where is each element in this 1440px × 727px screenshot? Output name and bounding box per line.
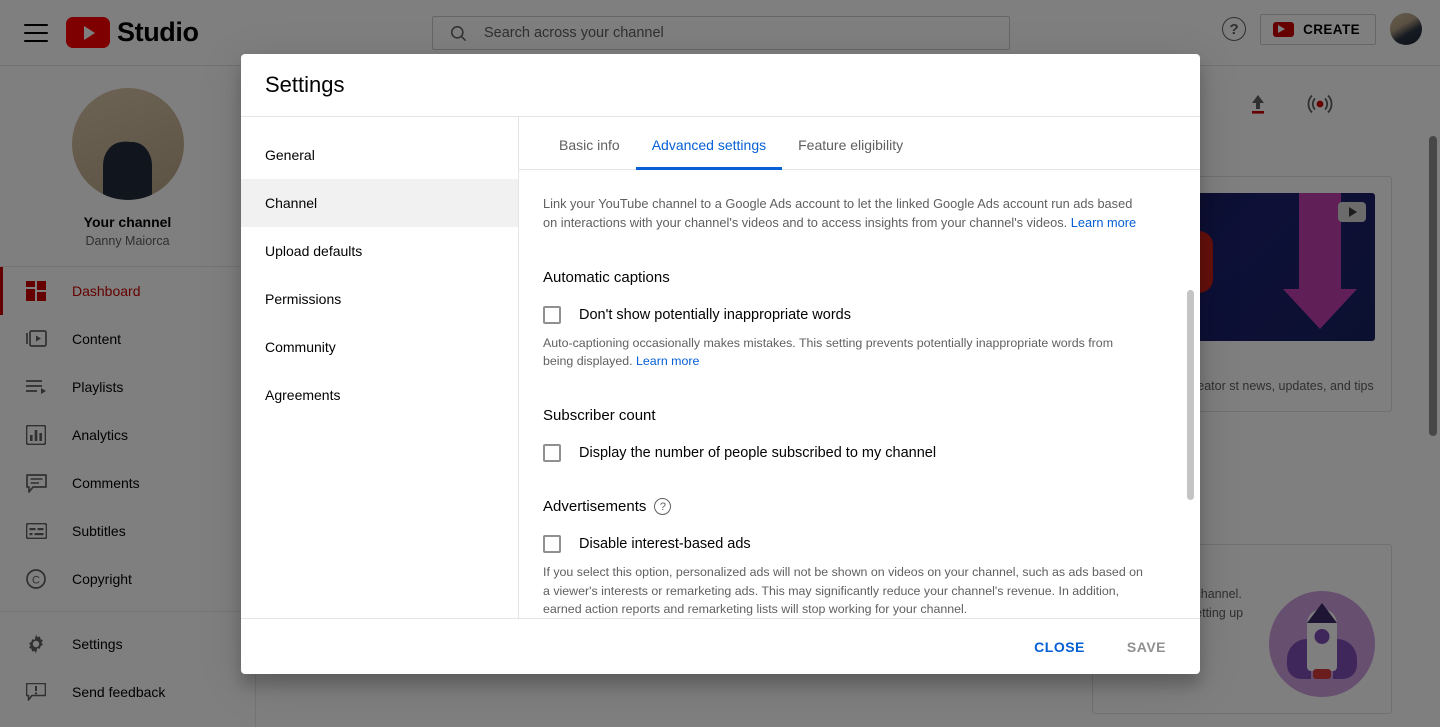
tab-label: Basic info: [559, 137, 620, 153]
tab-label: Advanced settings: [652, 137, 766, 153]
save-button[interactable]: SAVE: [1113, 630, 1180, 664]
checkbox-inappropriate-words[interactable]: [543, 306, 561, 324]
tab-basic-info[interactable]: Basic info: [543, 117, 636, 170]
checkbox-row-inappropriate-words[interactable]: Don't show potentially inappropriate wor…: [543, 306, 1176, 324]
section-advertisements: Advertisements ? Disable interest-based …: [543, 498, 1176, 618]
dialog-nav-label: General: [265, 147, 315, 163]
helper-text-automatic-captions: Auto-captioning occasionally makes mista…: [543, 334, 1143, 371]
dialog-nav-label: Channel: [265, 195, 317, 211]
google-ads-intro: Link your YouTube channel to a Google Ad…: [543, 194, 1143, 233]
helper-body: Auto-captioning occasionally makes mista…: [543, 336, 1113, 369]
dialog-title: Settings: [265, 72, 345, 98]
dialog-tabs: Basic info Advanced settings Feature eli…: [519, 117, 1200, 170]
dialog-nav-item-general[interactable]: General: [241, 131, 518, 179]
dialog-header: Settings: [241, 54, 1200, 117]
dialog-scrollbar[interactable]: [1187, 290, 1194, 500]
checkbox-row-disable-interest-based-ads[interactable]: Disable interest-based ads: [543, 535, 1176, 553]
tab-advanced-settings[interactable]: Advanced settings: [636, 117, 782, 170]
helper-text-advertisements: If you select this option, personalized …: [543, 563, 1143, 618]
tab-label: Feature eligibility: [798, 137, 903, 153]
dialog-nav-item-upload-defaults[interactable]: Upload defaults: [241, 227, 518, 275]
dialog-nav-label: Agreements: [265, 387, 340, 403]
checkbox-disable-interest-based-ads[interactable]: [543, 535, 561, 553]
question-mark-icon[interactable]: ?: [654, 498, 671, 515]
checkbox-display-subscriber-count[interactable]: [543, 444, 561, 462]
settings-scroll-area[interactable]: Link your YouTube channel to a Google Ad…: [519, 170, 1200, 618]
settings-dialog: Settings General Channel Upload defaults…: [241, 54, 1200, 674]
section-heading: Advertisements ?: [543, 498, 1176, 515]
section-heading: Subscriber count: [543, 407, 1176, 424]
checkbox-label: Don't show potentially inappropriate wor…: [579, 307, 851, 323]
dialog-nav-item-agreements[interactable]: Agreements: [241, 371, 518, 419]
dialog-nav-item-community[interactable]: Community: [241, 323, 518, 371]
close-button[interactable]: CLOSE: [1020, 630, 1099, 664]
intro-body: Link your YouTube channel to a Google Ad…: [543, 196, 1132, 230]
section-heading: Automatic captions: [543, 269, 1176, 286]
section-subscriber-count: Subscriber count Display the number of p…: [543, 407, 1176, 462]
dialog-nav: General Channel Upload defaults Permissi…: [241, 117, 519, 618]
section-automatic-captions: Automatic captions Don't show potentiall…: [543, 269, 1176, 371]
section-heading-label: Advertisements: [543, 498, 646, 515]
dialog-nav-label: Permissions: [265, 291, 341, 307]
dialog-content: Basic info Advanced settings Feature eli…: [519, 117, 1200, 618]
section-heading-label: Automatic captions: [543, 269, 670, 286]
dialog-nav-label: Community: [265, 339, 336, 355]
checkbox-row-display-subscriber-count[interactable]: Display the number of people subscribed …: [543, 444, 1176, 462]
checkbox-label: Display the number of people subscribed …: [579, 445, 936, 461]
tab-feature-eligibility[interactable]: Feature eligibility: [782, 117, 919, 170]
dialog-nav-label: Upload defaults: [265, 243, 362, 259]
section-heading-label: Subscriber count: [543, 407, 656, 424]
dialog-nav-item-channel[interactable]: Channel: [241, 179, 518, 227]
dialog-nav-item-permissions[interactable]: Permissions: [241, 275, 518, 323]
intro-learn-more-link[interactable]: Learn more: [1071, 215, 1136, 230]
dialog-footer: CLOSE SAVE: [241, 618, 1200, 674]
checkbox-label: Disable interest-based ads: [579, 536, 751, 552]
helper-learn-more-link[interactable]: Learn more: [636, 354, 699, 368]
